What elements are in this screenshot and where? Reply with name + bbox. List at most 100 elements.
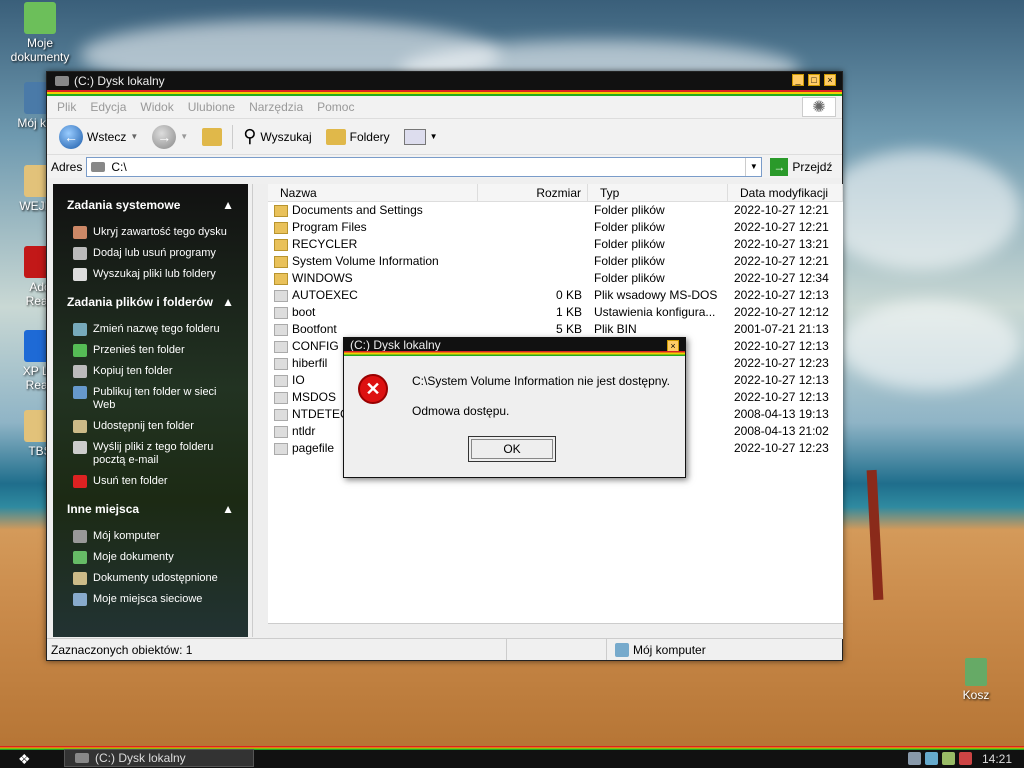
maximize-button[interactable]: □	[808, 74, 820, 86]
task-link[interactable]: Wyszukaj pliki lub foldery	[73, 268, 234, 281]
folders-button[interactable]: Foldery	[322, 127, 394, 147]
chevron-down-icon[interactable]: ▼	[130, 132, 138, 141]
task-link[interactable]: Usuń ten folder	[73, 475, 234, 488]
task-link[interactable]: Mój komputer	[73, 530, 234, 543]
menu-edit[interactable]: Edycja	[90, 100, 126, 114]
chevron-down-icon[interactable]: ▼	[745, 157, 761, 176]
go-arrow-icon: →	[770, 157, 789, 176]
address-field[interactable]: C:\ ▼	[86, 156, 763, 177]
windows-logo-throbber: ✺	[802, 97, 836, 117]
task-group-header[interactable]: Zadania plików i folderów ▲	[67, 295, 234, 309]
task-link[interactable]: Dodaj lub usuń programy	[73, 247, 234, 260]
file-row[interactable]: System Volume Information Folder plików 20…	[268, 253, 843, 270]
task-link-label: Ukryj zawartość tego dysku	[93, 226, 227, 238]
task-icon	[73, 572, 87, 585]
desktop-icon-label: Moje dokumenty	[10, 36, 70, 64]
views-button[interactable]: ▼	[400, 127, 442, 147]
minimize-button[interactable]: _	[792, 74, 804, 86]
menu-view[interactable]: Widok	[140, 100, 173, 114]
file-date: 2022-10-27 12:21	[734, 203, 829, 217]
task-link[interactable]: Moje miejsca sieciowe	[73, 593, 234, 606]
taskbar-task-explorer[interactable]: (C:) Dysk lokalny	[64, 749, 254, 767]
file-row[interactable]: Program Files Folder plików 2022-10-27 12:…	[268, 219, 843, 236]
taskbar: ❖ (C:) Dysk lokalny 14:21	[0, 746, 1024, 768]
file-date: 2022-10-27 12:21	[734, 220, 829, 234]
task-link[interactable]: Kopiuj ten folder	[73, 365, 234, 378]
menu-file[interactable]: Plik	[57, 100, 76, 114]
file-icon	[274, 340, 288, 353]
up-folder-icon	[202, 127, 223, 146]
task-link[interactable]: Dokumenty udostępnione	[73, 572, 234, 585]
task-link[interactable]: Moje dokumenty	[73, 551, 234, 564]
tray-monitor-icon[interactable]	[924, 752, 938, 765]
task-link[interactable]: Ukryj zawartość tego dysku	[73, 226, 234, 239]
file-row[interactable]: WINDOWS Folder plików 2022-10-27 12:34	[268, 270, 843, 287]
close-button[interactable]: ×	[824, 74, 836, 86]
collapse-icon[interactable]: ▲	[222, 502, 234, 516]
file-icon	[274, 408, 288, 421]
go-button[interactable]: → Przejdź	[770, 157, 833, 176]
chevron-down-icon[interactable]: ▼	[180, 132, 188, 141]
task-group-title: Zadania plików i folderów	[67, 295, 214, 309]
file-icon	[274, 425, 288, 438]
task-link[interactable]: Publikuj ten folder w sieci Web	[73, 386, 234, 412]
go-label: Przejdź	[792, 159, 833, 174]
task-link[interactable]: Wyślij pliki z tego folderu pocztą e-mai…	[73, 441, 234, 467]
chevron-down-icon: ▼	[429, 132, 438, 141]
clock[interactable]: 14:21	[982, 752, 1012, 766]
menu-bar: Plik Edycja Widok Ulubione Narzędzia Pom…	[47, 96, 842, 118]
task-pane-scrollbar[interactable]	[252, 184, 268, 637]
task-link[interactable]: Zmień nazwę tego folderu	[73, 323, 234, 336]
file-row[interactable]: AUTOEXEC 0 KB Plik wsadowy MS-DOS 2022-10-2…	[268, 287, 843, 304]
task-link[interactable]: Udostępnij ten folder	[73, 420, 234, 433]
task-link[interactable]: Przenieś ten folder	[73, 344, 234, 357]
task-group-title: Zadania systemowe	[67, 198, 181, 212]
ok-button[interactable]: OK	[468, 436, 556, 462]
tray-volume-icon[interactable]	[941, 752, 955, 765]
file-type: Folder plików	[594, 237, 665, 251]
dialog-title-bar[interactable]: (C:) Dysk lokalny ×	[344, 338, 685, 356]
status-spacer	[507, 639, 607, 660]
file-type: Plik wsadowy MS-DOS	[594, 288, 718, 302]
file-size: 5 KB	[555, 322, 582, 336]
file-icon	[274, 374, 288, 387]
task-icon	[73, 530, 87, 543]
column-type[interactable]: Typ	[588, 184, 728, 201]
task-icon	[73, 344, 87, 357]
column-size[interactable]: Rozmiar	[478, 184, 588, 201]
column-name[interactable]: Nazwa	[268, 184, 478, 201]
task-group-header[interactable]: Zadania systemowe ▲	[67, 198, 234, 212]
horizontal-scrollbar[interactable]	[268, 623, 843, 639]
collapse-icon[interactable]: ▲	[222, 198, 234, 212]
start-button[interactable]: ❖	[18, 751, 40, 767]
up-folder-button[interactable]	[198, 126, 226, 148]
desktop-icon[interactable]: Moje dokumenty	[0, 2, 80, 64]
file-row[interactable]: Documents and Settings Folder plików 2022-…	[268, 202, 843, 219]
file-size	[478, 253, 588, 270]
task-link-label: Wyszukaj pliki lub foldery	[93, 268, 216, 280]
folder-icon	[274, 255, 288, 268]
file-row[interactable]: boot 1 KB Ustawienia konfigura... 2022-10-2…	[268, 304, 843, 321]
file-date: 2022-10-27 12:21	[734, 254, 829, 268]
file-type: Folder plików	[594, 220, 665, 234]
address-label: Adres	[51, 159, 83, 174]
tray-shield-icon[interactable]	[958, 752, 972, 765]
tray-network-icon[interactable]	[907, 752, 921, 765]
desktop-icon-recycle-bin[interactable]: Kosz	[936, 658, 1016, 702]
file-row[interactable]: RECYCLER Folder plików 2022-10-27 13:21	[268, 236, 843, 253]
title-bar[interactable]: (C:) Dysk lokalny _ □ ×	[47, 72, 842, 96]
menu-tools[interactable]: Narzędzia	[249, 100, 303, 114]
task-group-header[interactable]: Inne miejsca ▲	[67, 502, 234, 516]
menu-favorites[interactable]: Ulubione	[188, 100, 235, 114]
collapse-icon[interactable]: ▲	[222, 295, 234, 309]
task-icon	[73, 475, 87, 488]
back-button[interactable]: ← Wstecz ▼	[55, 123, 142, 151]
search-button[interactable]: ⚲ Wyszukaj	[239, 124, 315, 149]
menu-help[interactable]: Pomoc	[317, 100, 354, 114]
task-icon	[73, 441, 87, 454]
task-icon	[73, 551, 87, 564]
file-row[interactable]: Bootfont 5 KB Plik BIN 2001-07-21 21:13	[268, 321, 843, 338]
forward-button[interactable]: → ▼	[148, 123, 192, 151]
column-date[interactable]: Data modyfikacji	[728, 184, 843, 201]
file-type: Ustawienia konfigura...	[594, 305, 716, 319]
